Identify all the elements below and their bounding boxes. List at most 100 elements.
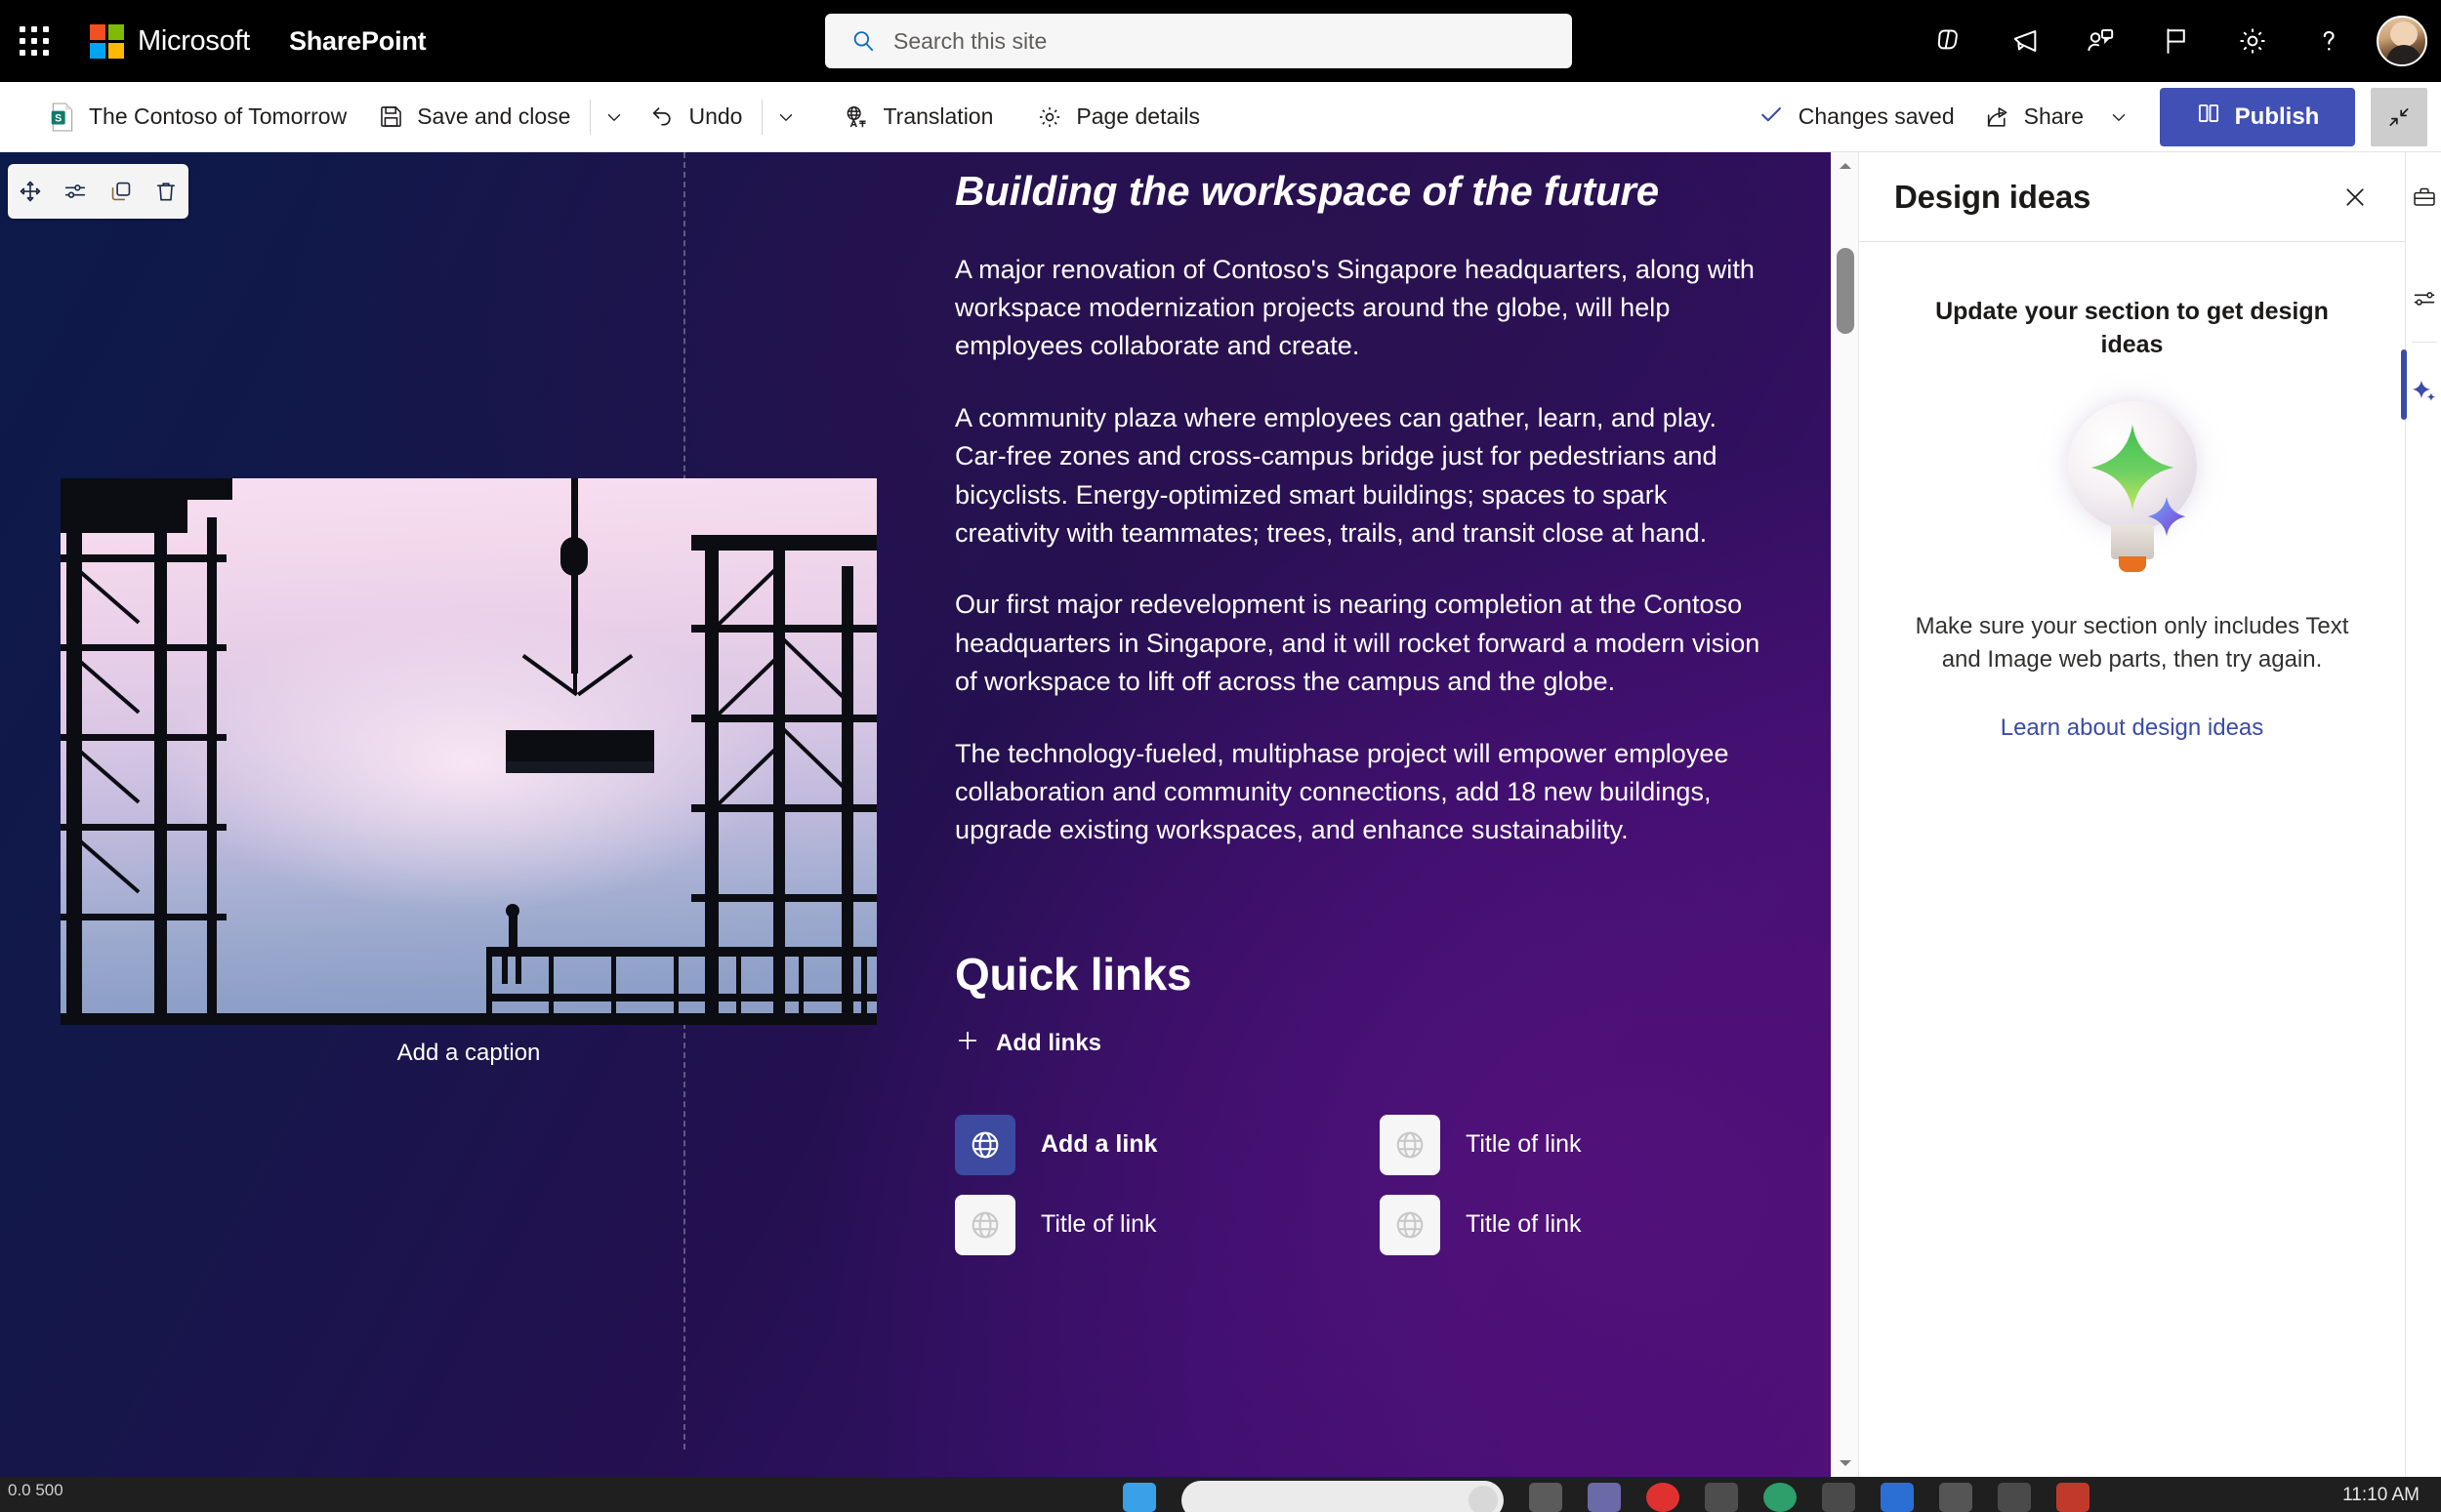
microsoft-logo-icon	[90, 23, 124, 59]
text-web-part[interactable]: Building the workspace of the future A m…	[955, 152, 1775, 1255]
help-icon[interactable]	[2291, 0, 2367, 82]
add-links-button[interactable]: Add links	[955, 1028, 1775, 1060]
gear-icon	[1036, 103, 1063, 131]
undo-button[interactable]: Undo	[634, 88, 758, 146]
sparkle-blue-icon	[2144, 495, 2189, 545]
svg-text:S: S	[55, 112, 62, 124]
quick-link-item[interactable]: Add a link	[955, 1114, 1380, 1175]
taskbar-app-icon[interactable]	[1822, 1483, 1855, 1512]
search-box[interactable]	[825, 14, 1572, 68]
feedback-person-icon[interactable]	[2062, 0, 2138, 82]
delete-icon[interactable]	[146, 172, 186, 211]
scroll-up-arrow-icon[interactable]	[1832, 152, 1859, 180]
globe-icon	[955, 1194, 1015, 1255]
flag-icon[interactable]	[2138, 0, 2214, 82]
settings-sliders-icon[interactable]	[2406, 264, 2441, 334]
quick-link-item[interactable]: Title of link	[1380, 1194, 1804, 1255]
pane-body: Update your section to get design ideas	[1859, 242, 2405, 742]
share-label: Share	[2023, 103, 2084, 129]
page-details-button[interactable]: Page details	[1020, 88, 1216, 146]
divider	[762, 99, 764, 135]
taskbar-left-text: 0.0 500	[8, 1481, 63, 1499]
lightbulb-sparkle-illustration	[2054, 400, 2211, 577]
learn-about-design-ideas-link[interactable]: Learn about design ideas	[2001, 715, 2264, 742]
globe-icon	[1380, 1194, 1440, 1255]
undo-icon	[649, 103, 676, 130]
waffle-icon	[20, 26, 49, 56]
taskbar-app-icon[interactable]	[1705, 1483, 1738, 1512]
save-and-close-label: Save and close	[417, 103, 571, 129]
toolbox-icon[interactable]	[2406, 162, 2441, 232]
quick-links-title: Quick links	[955, 948, 1192, 1000]
search-input[interactable]	[893, 27, 1572, 55]
taskbar-app-icon[interactable]	[1529, 1483, 1562, 1512]
pane-title: Design ideas	[1894, 178, 2091, 215]
image-web-part-toolbar	[8, 164, 188, 219]
taskbar-app-icon[interactable]	[1939, 1483, 1972, 1512]
taskbar-app-icon[interactable]	[1646, 1483, 1679, 1512]
copilot-icon[interactable]	[1910, 0, 1986, 82]
body-paragraph: A major renovation of Contoso's Singapor…	[955, 254, 1755, 361]
scrollbar-thumb[interactable]	[1837, 248, 1854, 334]
taskbar-search-pill[interactable]	[1181, 1481, 1504, 1512]
edit-properties-icon[interactable]	[56, 172, 95, 211]
quick-link-item[interactable]: Title of link	[955, 1194, 1380, 1255]
app-name[interactable]: SharePoint	[289, 26, 427, 57]
avatar[interactable]	[2377, 16, 2427, 66]
sharepoint-page-icon: S	[49, 102, 76, 132]
share-button[interactable]: Share	[1968, 88, 2099, 146]
canvas-scrollbar[interactable]	[1831, 152, 1858, 1477]
taskbar-app-icon[interactable]	[2056, 1483, 2089, 1512]
share-icon	[1984, 103, 2011, 131]
changes-saved-status: Changes saved	[1758, 101, 1955, 134]
megaphone-icon[interactable]	[1986, 0, 2062, 82]
body-paragraph: A community plaza where employees can ga…	[955, 402, 1717, 548]
page-title-button[interactable]: S The Contoso of Tomorrow	[33, 88, 362, 146]
image-caption[interactable]: Add a caption	[61, 1032, 877, 1075]
save-and-close-button[interactable]: Save and close	[362, 88, 586, 146]
duplicate-icon[interactable]	[102, 172, 141, 211]
taskbar-app-icon[interactable]	[1998, 1483, 2031, 1512]
section-heading: Building the workspace of the future	[955, 168, 1659, 214]
quick-links-grid: Add a link Title of link Title of link T…	[955, 1114, 1775, 1255]
app-launcher-button[interactable]	[0, 0, 68, 82]
close-icon[interactable]	[2333, 175, 2378, 220]
checkmark-icon	[1758, 101, 1785, 134]
quick-link-label: Title of link	[1466, 1130, 1582, 1159]
page-canvas[interactable]: Add a caption Building the workspace of …	[0, 152, 1831, 1477]
share-options-caret[interactable]	[2099, 88, 2138, 146]
undo-options-caret[interactable]	[766, 88, 806, 146]
add-links-label: Add links	[996, 1030, 1102, 1057]
taskbar-app-icon[interactable]	[1763, 1483, 1797, 1512]
divider	[590, 99, 592, 135]
publish-icon	[2196, 101, 2221, 133]
pane-header: Design ideas	[1859, 152, 2405, 242]
gear-icon[interactable]	[2214, 0, 2291, 82]
undo-label: Undo	[688, 103, 743, 129]
taskbar-center	[1123, 1477, 2089, 1512]
pane-subtitle: Update your section to get design ideas	[1935, 298, 2329, 358]
taskbar-app-icon[interactable]	[1123, 1483, 1156, 1512]
taskbar-app-icon[interactable]	[1881, 1483, 1914, 1512]
quick-link-item[interactable]: Title of link	[1380, 1114, 1804, 1175]
pane-note: Make sure your section only includes Tex…	[1915, 612, 2349, 674]
hero-image[interactable]	[61, 478, 877, 1025]
quick-link-label: Title of link	[1041, 1210, 1157, 1239]
taskbar-clock[interactable]: 11:10 AM	[2342, 1485, 2420, 1506]
translation-icon	[843, 103, 870, 131]
plus-icon	[955, 1028, 980, 1060]
scroll-down-arrow-icon[interactable]	[1832, 1450, 1859, 1477]
globe-icon	[1380, 1114, 1440, 1175]
move-handle-icon[interactable]	[11, 172, 50, 211]
translation-button[interactable]: Translation	[827, 88, 1009, 146]
taskbar-app-icon[interactable]	[1588, 1483, 1621, 1512]
globe-icon	[955, 1114, 1015, 1175]
save-options-caret[interactable]	[595, 88, 634, 146]
collapse-ribbon-button[interactable]	[2371, 87, 2427, 146]
publish-button[interactable]: Publish	[2160, 87, 2355, 146]
command-bar-right: Changes saved Share Publish	[1758, 87, 2427, 146]
microsoft-logo[interactable]: Microsoft	[90, 23, 250, 59]
save-icon	[378, 103, 404, 130]
command-bar: S The Contoso of Tomorrow Save and close	[0, 82, 2441, 152]
sparkle-icon[interactable]	[2406, 355, 2441, 426]
